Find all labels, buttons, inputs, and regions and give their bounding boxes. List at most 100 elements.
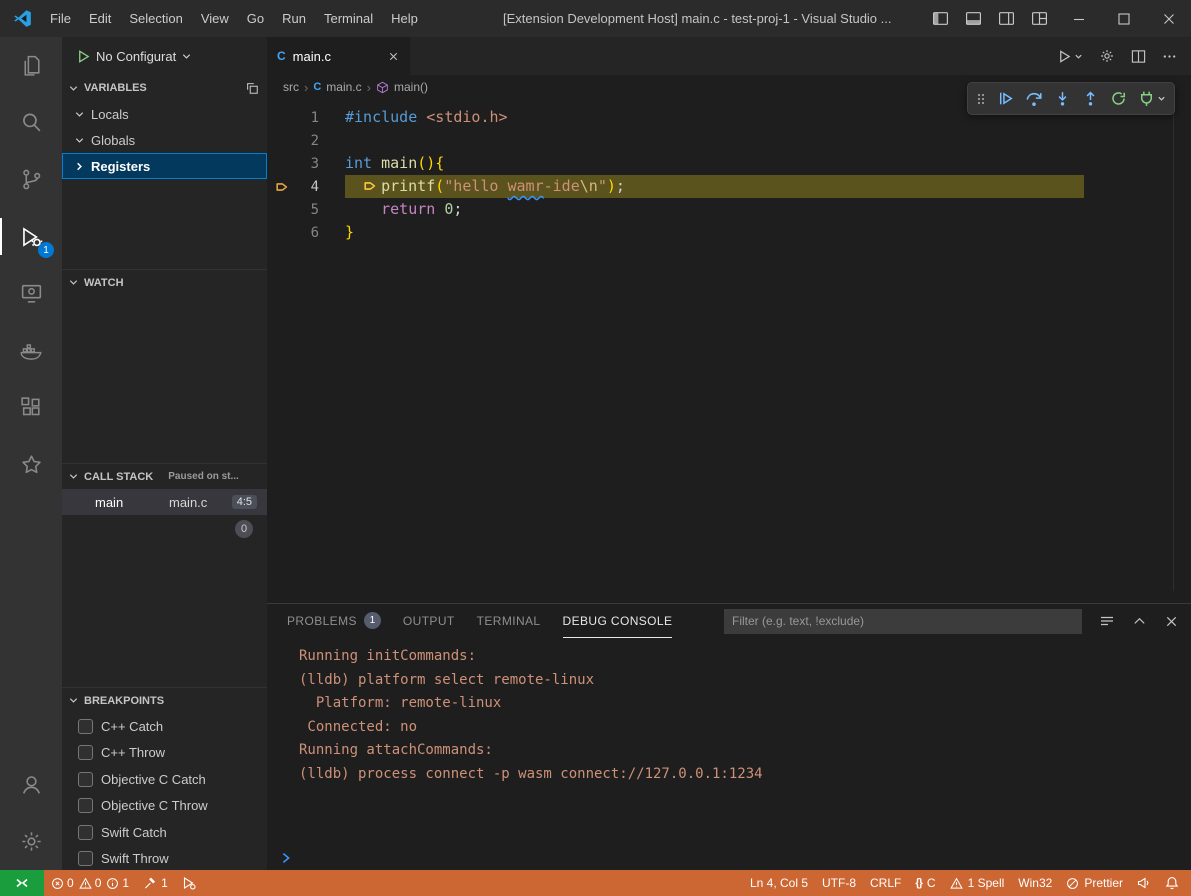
editor-more-actions-icon[interactable] [1162,49,1177,64]
checkbox[interactable] [78,798,93,813]
encoding-indicator[interactable]: UTF-8 [815,870,863,896]
code-line-3[interactable]: 3int main(){ [267,152,1191,175]
docker-icon[interactable] [0,322,62,379]
maximize-button[interactable] [1101,0,1146,37]
panel-tab-output[interactable]: OUTPUT [403,604,455,638]
menu-selection[interactable]: Selection [120,0,191,37]
tools-indicator[interactable]: 1 [136,870,175,896]
debug-console-output[interactable]: Running initCommands:(lldb) platform sel… [267,638,1191,870]
toggle-sidebar-icon[interactable] [924,0,957,37]
console-options-icon[interactable] [1099,613,1115,629]
disconnect-button[interactable] [1138,90,1166,107]
step-into-button[interactable] [1054,90,1071,107]
continue-button[interactable] [997,90,1014,107]
tab-main-c[interactable]: C main.c [267,37,410,75]
restart-button[interactable] [1110,90,1127,107]
settings-gear-icon[interactable] [0,813,62,870]
step-over-button[interactable] [1025,90,1043,108]
variables-item-locals[interactable]: Locals [62,101,267,127]
breakpoint-item-objective-c-catch[interactable]: Objective C Catch [62,766,267,793]
panel-tab-problems[interactable]: PROBLEMS1 [287,604,381,638]
debug-launch-indicator[interactable] [175,870,203,896]
toolbar-drag-handle[interactable] [976,91,986,107]
customize-layout-icon[interactable] [1023,0,1056,37]
split-editor-icon[interactable] [1131,49,1146,64]
source-control-icon[interactable] [0,151,62,208]
extensions-icon[interactable] [0,379,62,436]
collapse-all-icon[interactable] [245,81,259,95]
breakpoint-item-c-catch[interactable]: C++ Catch [62,713,267,740]
explorer-icon[interactable] [0,37,62,94]
call-stack-frame[interactable]: main main.c 4:5 [62,489,267,515]
variables-section-header[interactable]: VARIABLES [62,75,267,101]
eol-indicator[interactable]: CRLF [863,870,908,896]
variables-item-registers[interactable]: Registers [62,153,267,179]
inline-breakpoint-icon[interactable] [363,177,381,200]
star-icon[interactable] [0,436,62,493]
close-panel-icon[interactable] [1164,614,1179,629]
breadcrumb-file[interactable]: main.c [326,80,361,94]
breakpoint-item-swift-throw[interactable]: Swift Throw [62,846,267,871]
breakpoint-item-swift-catch[interactable]: Swift Catch [62,819,267,846]
menu-terminal[interactable]: Terminal [315,0,382,37]
minimize-button[interactable] [1056,0,1101,37]
checkbox[interactable] [78,719,93,734]
frame-position-badge: 4:5 [232,495,257,509]
checkbox[interactable] [78,745,93,760]
account-icon[interactable] [0,756,62,813]
breakpoint-item-c-throw[interactable]: C++ Throw [62,740,267,767]
call-stack-section-header[interactable]: CALL STACK Paused on st... [62,463,267,489]
step-out-button[interactable] [1082,90,1099,107]
language-indicator[interactable]: {} C [908,870,942,896]
menu-help[interactable]: Help [382,0,427,37]
run-file-button[interactable] [1057,49,1083,64]
toggle-secondary-sidebar-icon[interactable] [990,0,1023,37]
notifications-bell-icon[interactable] [1158,870,1186,896]
console-filter-input[interactable] [724,609,1082,634]
code-line-5[interactable]: 5 return 0; [267,198,1191,221]
menu-run[interactable]: Run [273,0,315,37]
frame-function: main [95,495,169,510]
breakpoint-label: C++ Catch [101,719,163,734]
menu-view[interactable]: View [192,0,238,37]
close-button[interactable] [1146,0,1191,37]
editor-settings-gear-icon[interactable] [1099,48,1115,64]
debug-config-row[interactable]: No Configurat [62,37,267,75]
platform-indicator[interactable]: Win32 [1011,870,1059,896]
console-prompt-icon[interactable] [279,851,293,865]
menu-file[interactable]: File [41,0,80,37]
spell-checker-indicator[interactable]: 1 Spell [943,870,1012,896]
problems-indicator[interactable]: 0 0 1 [44,870,136,896]
code-line-2[interactable]: 2 [267,129,1191,152]
menu-edit[interactable]: Edit [80,0,120,37]
checkbox[interactable] [78,772,93,787]
formatter-indicator[interactable]: Prettier [1059,870,1130,896]
breakpoint-item-objective-c-throw[interactable]: Objective C Throw [62,793,267,820]
code-line-4[interactable]: 4 printf("hello wamr-ide\n"); [267,175,1191,198]
run-debug-icon[interactable]: 1 [0,208,62,265]
title-bar: FileEditSelectionViewGoRunTerminalHelp [… [0,0,1191,37]
toggle-panel-icon[interactable] [957,0,990,37]
checkbox[interactable] [78,851,93,866]
watch-section-header[interactable]: WATCH [62,269,267,295]
breadcrumb-symbol[interactable]: main() [394,80,428,94]
checkbox[interactable] [78,825,93,840]
maximize-panel-icon[interactable] [1132,614,1147,629]
search-icon[interactable] [0,94,62,151]
variables-item-globals[interactable]: Globals [62,127,267,153]
debug-config-dropdown[interactable]: No Configurat [96,49,176,64]
panel-tab-terminal[interactable]: TERMINAL [477,604,541,638]
remote-explorer-icon[interactable] [0,265,62,322]
menu-go[interactable]: Go [238,0,273,37]
current-line-arrow-icon[interactable] [267,180,297,194]
code-line-6[interactable]: 6} [267,221,1191,244]
remote-indicator[interactable] [0,870,44,896]
breadcrumb-folder[interactable]: src [283,80,299,94]
code-editor[interactable]: 1#include <stdio.h>23int main(){4 printf… [267,99,1191,603]
announcement-icon[interactable] [1130,870,1158,896]
start-debugging-icon[interactable] [76,49,91,64]
breakpoints-section-header[interactable]: BREAKPOINTS [62,687,267,713]
cursor-position[interactable]: Ln 4, Col 5 [743,870,815,896]
panel-tab-debug-console[interactable]: DEBUG CONSOLE [563,604,673,638]
tab-close-icon[interactable] [387,50,400,63]
